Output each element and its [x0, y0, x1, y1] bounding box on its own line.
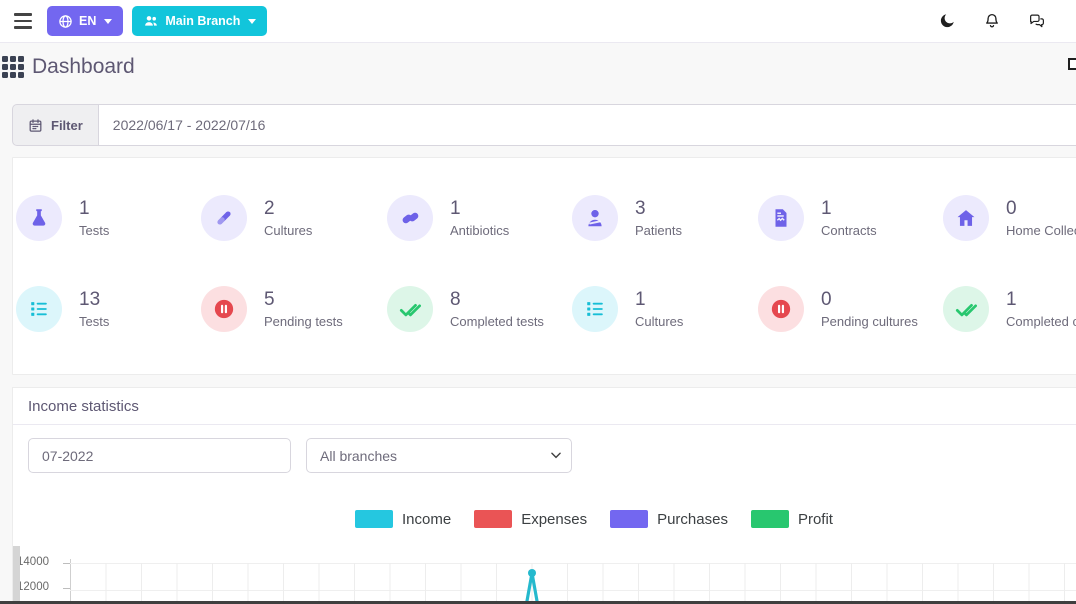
check-double-icon [387, 286, 433, 332]
stat-label: Cultures [635, 314, 683, 329]
stat-value: 2 [264, 198, 275, 219]
stat-completed-cultures: 1 Completed cultures [943, 286, 1076, 332]
filter-button-label: Filter [51, 118, 83, 133]
users-icon [143, 13, 159, 29]
stat-value: 8 [450, 289, 461, 310]
income-statistics-title: Income statistics [13, 388, 1076, 425]
stat-value: 3 [635, 198, 646, 219]
stat-label: Pending cultures [821, 314, 918, 329]
stat-label: Home Collection [1006, 223, 1076, 238]
legend-label: Purchases [657, 511, 728, 528]
stat-completed-tests: 8 Completed tests [387, 286, 544, 332]
pause-circle-icon [758, 286, 804, 332]
top-navbar: EN Main Branch [0, 0, 1076, 43]
stat-label: Pending tests [264, 314, 343, 329]
contract-icon [758, 195, 804, 241]
month-input[interactable] [28, 438, 291, 473]
list-icon [16, 286, 62, 332]
legend-swatch [355, 510, 393, 528]
stat-value: 1 [450, 198, 461, 219]
vertical-gridlines [71, 563, 1076, 604]
globe-icon [58, 14, 73, 29]
legend-label: Income [402, 511, 451, 528]
language-dropdown-button[interactable]: EN [47, 6, 123, 36]
test-tube-icon [201, 195, 247, 241]
stat-home-collection: 0 Home Collection [943, 195, 1076, 241]
stats-card: 1 Tests 2 Cultures 1 Antibiotics 3 Patie… [12, 157, 1076, 375]
stat-label: Completed tests [450, 314, 544, 329]
stat-label: Completed cultures [1006, 314, 1076, 329]
stat-label: Tests [79, 314, 109, 329]
page-title: Dashboard [32, 55, 135, 79]
date-range-input[interactable] [99, 104, 1076, 146]
scrollbar-strip[interactable] [13, 546, 20, 604]
branch-dropdown-button[interactable]: Main Branch [132, 6, 267, 36]
legend-item-expenses[interactable]: Expenses [474, 510, 587, 528]
stat-value: 13 [79, 289, 100, 310]
stat-label: Tests [79, 223, 109, 238]
branch-label: Main Branch [165, 14, 240, 28]
pills-icon [387, 195, 433, 241]
income-statistics-card: Income statistics All branches Income Ex… [12, 387, 1076, 604]
legend-item-income[interactable]: Income [355, 510, 451, 528]
legend-label: Expenses [521, 511, 587, 528]
stat-cultures: 2 Cultures [201, 195, 312, 241]
chevron-down-icon [248, 19, 256, 24]
stat-tests-total: 13 Tests [16, 286, 109, 332]
moon-icon[interactable] [938, 12, 956, 30]
bell-icon[interactable] [983, 12, 1001, 30]
home-icon [943, 195, 989, 241]
stat-antibiotics: 1 Antibiotics [387, 195, 509, 241]
menu-toggle-icon[interactable] [14, 13, 32, 28]
stat-cultures-total: 1 Cultures [572, 286, 683, 332]
stat-value: 1 [79, 198, 90, 219]
filter-button[interactable]: Filter [12, 104, 99, 146]
date-filter-group: Filter [12, 104, 1076, 146]
stat-value: 1 [1006, 289, 1017, 310]
stat-value: 0 [1006, 198, 1017, 219]
income-line-peak [503, 566, 563, 604]
legend-swatch [474, 510, 512, 528]
patient-icon [572, 195, 618, 241]
stat-tests: 1 Tests [16, 195, 109, 241]
stat-label: Antibiotics [450, 223, 509, 238]
stat-contracts: 1 Contracts [758, 195, 877, 241]
flask-icon [16, 195, 62, 241]
branch-select[interactable]: All branches [306, 438, 572, 473]
axis-tick-mark [63, 563, 70, 564]
legend-item-purchases[interactable]: Purchases [610, 510, 728, 528]
language-label: EN [79, 14, 96, 28]
list-icon [572, 286, 618, 332]
grid-icon [2, 56, 24, 78]
legend-label: Profit [798, 511, 833, 528]
chevron-down-icon [104, 19, 112, 24]
stat-pending-tests: 5 Pending tests [201, 286, 343, 332]
stat-value: 1 [821, 198, 832, 219]
axis-tick-mark [63, 588, 70, 589]
pause-circle-icon [201, 286, 247, 332]
legend-swatch [610, 510, 648, 528]
stat-patients: 3 Patients [572, 195, 682, 241]
income-chart: 14000 12000 [13, 546, 1076, 604]
stat-label: Cultures [264, 223, 312, 238]
stat-value: 5 [264, 289, 275, 310]
calendar-icon [28, 118, 43, 133]
stat-label: Patients [635, 223, 682, 238]
legend-item-profit[interactable]: Profit [751, 510, 833, 528]
stat-label: Contracts [821, 223, 877, 238]
chat-icon[interactable] [1028, 12, 1046, 30]
page-header: Dashboard [0, 43, 1076, 91]
legend-swatch [751, 510, 789, 528]
breadcrumb-icon-cutoff [1068, 58, 1076, 70]
chart-legend: Income Expenses Purchases Profit [355, 510, 833, 528]
stat-pending-cultures: 0 Pending cultures [758, 286, 918, 332]
check-double-icon [943, 286, 989, 332]
stat-value: 0 [821, 289, 832, 310]
stat-value: 1 [635, 289, 646, 310]
